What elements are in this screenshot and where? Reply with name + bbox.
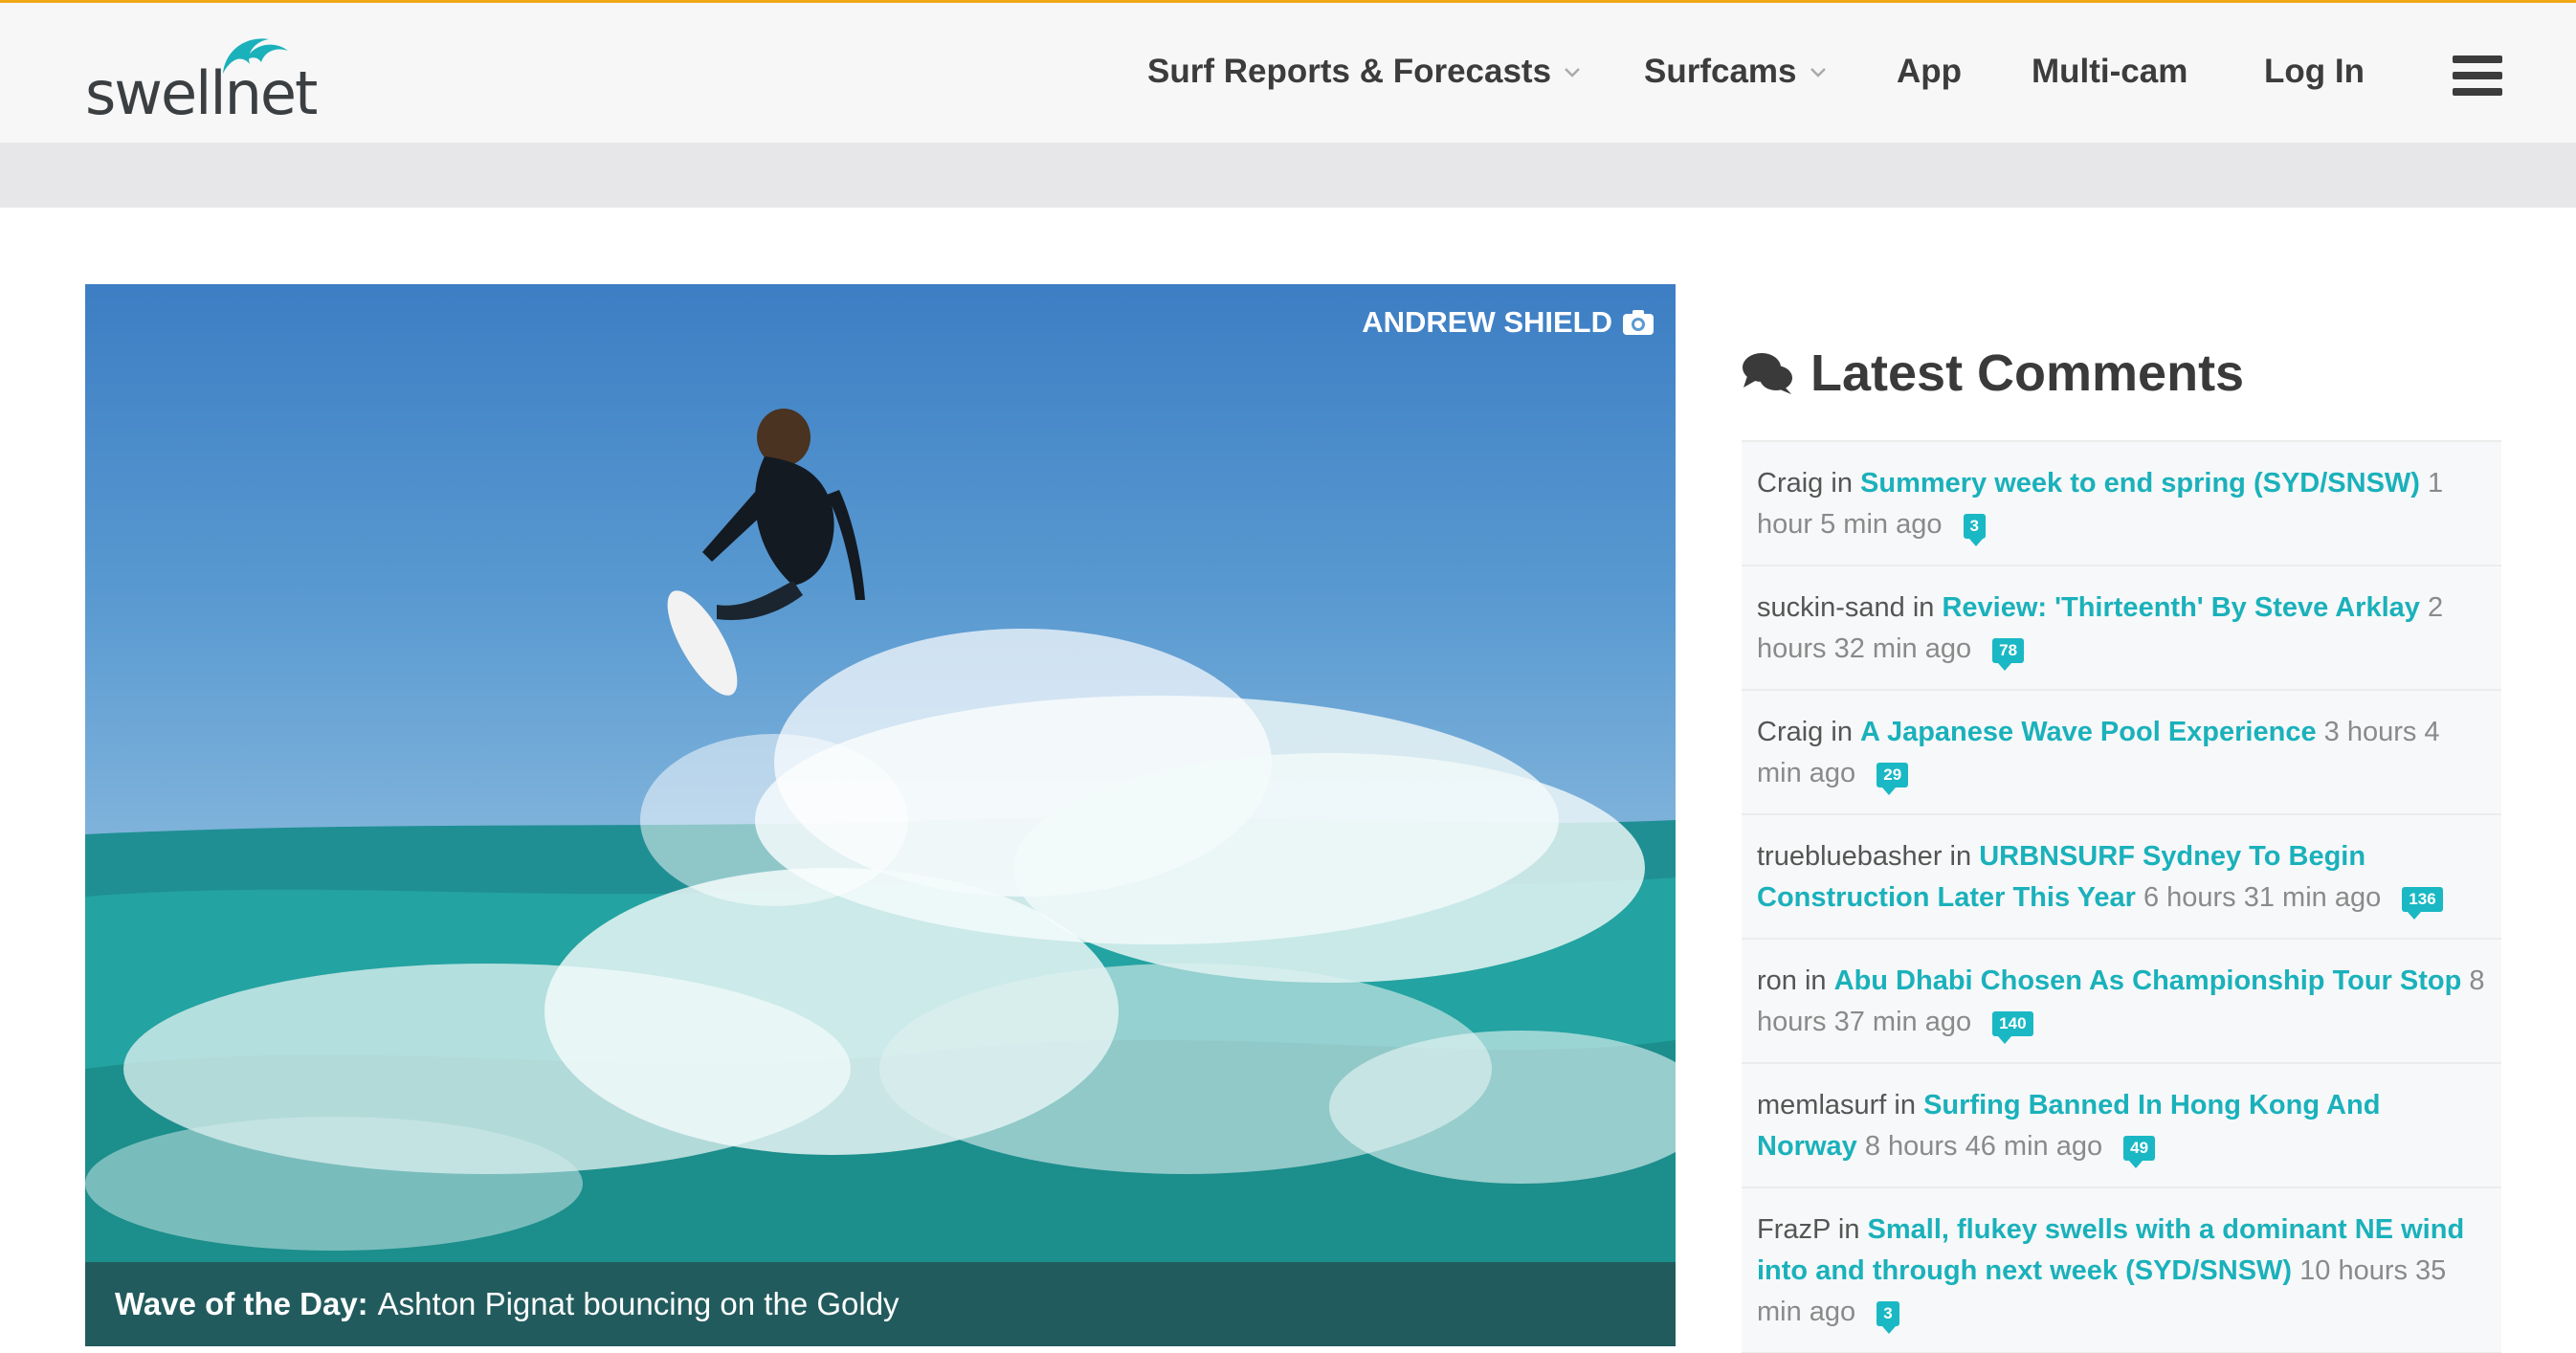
sub-navigation-bar: [0, 143, 2576, 208]
caption-label: Wave of the Day:: [115, 1286, 368, 1321]
comment-item: ron in Abu Dhabi Chosen As Championship …: [1742, 940, 2501, 1064]
nav-label: Multi-cam: [2032, 53, 2188, 90]
swellnet-logo[interactable]: swellnet: [85, 32, 318, 128]
comment-time: 8 hours 46 min ago: [1864, 1131, 2103, 1162]
nav-log-in[interactable]: Log In: [2264, 53, 2365, 91]
comment-count-badge[interactable]: 29: [1876, 763, 1909, 795]
comment-article-link[interactable]: Summery week to end spring (SYD/SNSW): [1860, 468, 2420, 499]
chevron-down-icon: [1565, 68, 1580, 78]
comment-time: 6 hours 31 min ago: [2143, 882, 2382, 913]
comment-item: truebluebasher in URBNSURF Sydney To Beg…: [1742, 815, 2501, 940]
surfer-photo: [85, 409, 1676, 1346]
logo-wordmark: swellnet: [85, 58, 318, 128]
comment-item: Craig in Summery week to end spring (SYD…: [1742, 442, 2501, 566]
comment-count-badge[interactable]: 78: [1992, 638, 2025, 671]
comment-user[interactable]: memlasurf: [1757, 1090, 1886, 1120]
comment-list: Craig in Summery week to end spring (SYD…: [1742, 440, 2501, 1353]
photographer-name: ANDREW SHIELD: [1362, 305, 1612, 339]
comment-item: FrazP in Small, flukey swells with a dom…: [1742, 1188, 2501, 1353]
comment-user[interactable]: Craig: [1757, 468, 1823, 499]
nav-surf-reports[interactable]: Surf Reports & Forecasts: [1147, 53, 1582, 91]
comments-title: Latest Comments: [1810, 344, 2245, 402]
comment-user[interactable]: ron: [1757, 965, 1797, 996]
chevron-down-icon: [1810, 68, 1826, 78]
comment-in: in: [1949, 841, 1972, 872]
wave-of-the-day-hero[interactable]: ANDREW SHIELD Wave of the Day: Ashton Pi…: [85, 284, 1676, 1346]
nav-label: Surfcams: [1644, 53, 1797, 90]
hamburger-icon[interactable]: [2453, 55, 2502, 96]
comment-in: in: [1912, 592, 1935, 623]
nav-label: Log In: [2264, 53, 2365, 90]
comments-icon: [1743, 353, 1792, 394]
site-header: swellnet Surf Reports & Forecasts Surfca…: [0, 0, 2576, 143]
hero-caption[interactable]: Wave of the Day: Ashton Pignat bouncing …: [85, 1262, 1676, 1346]
comment-in: in: [1894, 1090, 1916, 1120]
comment-article-link[interactable]: Review: 'Thirteenth' By Steve Arklay: [1942, 592, 2419, 623]
comment-user[interactable]: truebluebasher: [1757, 841, 1942, 872]
comment-count-badge[interactable]: 3: [1963, 514, 1986, 546]
comment-user[interactable]: Craig: [1757, 717, 1823, 747]
comment-count-badge[interactable]: 49: [2123, 1136, 2156, 1168]
nav-label: Surf Reports & Forecasts: [1147, 53, 1552, 90]
comment-count-badge[interactable]: 136: [2402, 887, 2443, 920]
comment-in: in: [1831, 468, 1853, 499]
comment-count-badge[interactable]: 3: [1876, 1301, 1899, 1334]
nav-app[interactable]: App: [1897, 53, 1962, 91]
comment-item: suckin-sand in Review: 'Thirteenth' By S…: [1742, 566, 2501, 691]
comment-item: memlasurf in Surfing Banned In Hong Kong…: [1742, 1064, 2501, 1188]
caption-text: Ashton Pignat bouncing on the Goldy: [377, 1286, 899, 1321]
nav-surfcams[interactable]: Surfcams: [1644, 53, 1828, 91]
comments-header: Latest Comments: [1742, 325, 2501, 421]
comment-in: in: [1804, 965, 1827, 996]
nav-label: App: [1897, 53, 1963, 90]
nav-multi-cam[interactable]: Multi-cam: [2032, 53, 2187, 91]
camera-icon: [1623, 310, 1654, 335]
comment-count-badge[interactable]: 140: [1992, 1011, 2033, 1044]
comment-in: in: [1831, 717, 1853, 747]
comment-user[interactable]: suckin-sand: [1757, 592, 1905, 623]
photo-credit[interactable]: ANDREW SHIELD: [1362, 305, 1654, 340]
comment-article-link[interactable]: A Japanese Wave Pool Experience: [1860, 717, 2317, 747]
comment-in: in: [1837, 1214, 1860, 1245]
latest-comments-panel: Latest Comments Craig in Summery week to…: [1742, 325, 2501, 1353]
comment-user[interactable]: FrazP: [1757, 1214, 1831, 1245]
comment-item: Craig in A Japanese Wave Pool Experience…: [1742, 691, 2501, 815]
comment-article-link[interactable]: Abu Dhabi Chosen As Championship Tour St…: [1834, 965, 2462, 996]
